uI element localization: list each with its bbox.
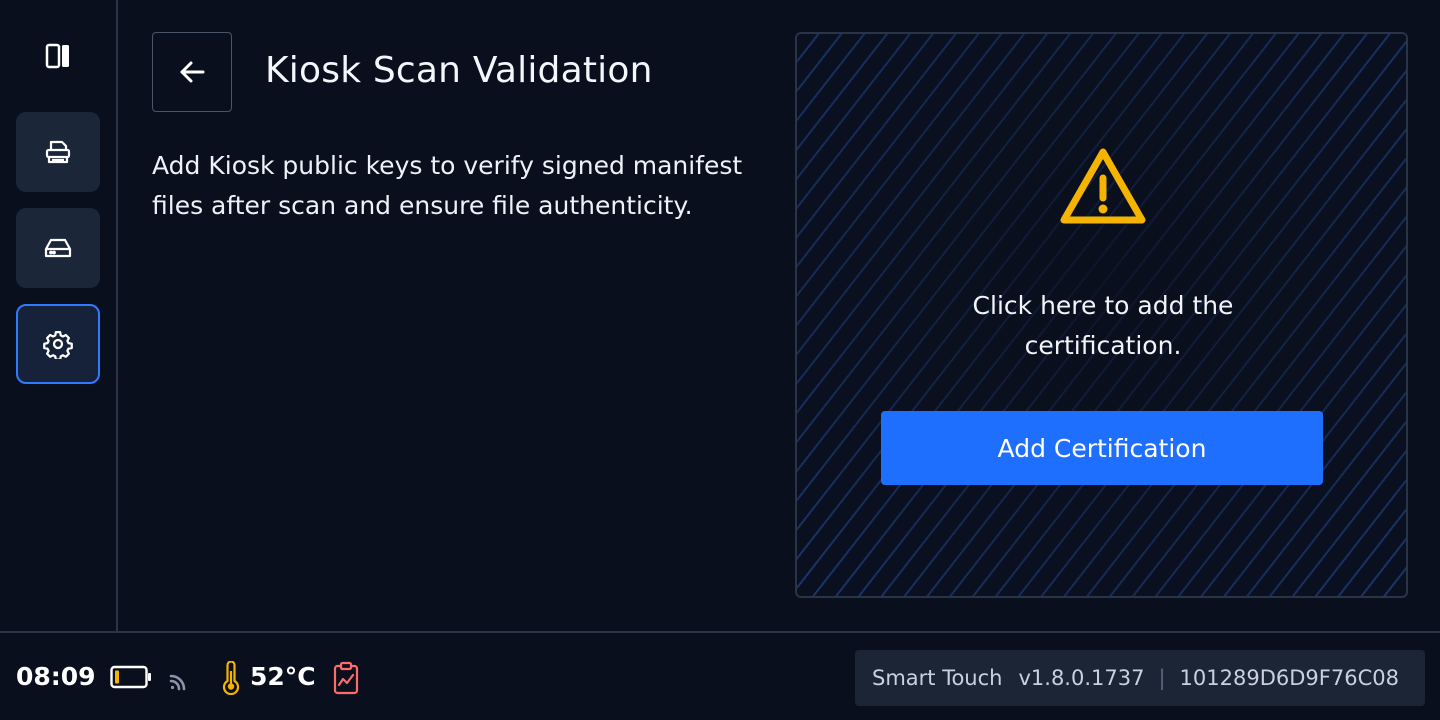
temperature-readout: 52°C (250, 662, 316, 691)
sidebar-item-storage[interactable] (16, 208, 100, 288)
battery-low-icon (110, 665, 151, 689)
gear-icon (43, 331, 73, 359)
device-info-badge: Smart Touch v1.8.0.1737 | 101289D6D9F76C… (855, 650, 1425, 706)
device-id: 101289D6D9F76C08 (1179, 666, 1399, 690)
page-description: Add Kiosk public keys to verify signed m… (152, 151, 743, 220)
page-title: Kiosk Scan Validation (265, 50, 653, 91)
product-name: Smart Touch (872, 666, 1003, 690)
panel-toggle-icon (45, 43, 69, 69)
clock: 08:09 (16, 662, 96, 691)
clipboard-chart-icon[interactable] (332, 661, 360, 695)
panel-toggle-button[interactable] (38, 36, 78, 76)
separator: | (1158, 666, 1166, 690)
firmware-version: v1.8.0.1737 (1018, 666, 1145, 690)
certification-content: Click here to add the certification. Add… (797, 34, 1406, 596)
drive-icon (44, 238, 72, 258)
back-button[interactable] (152, 32, 232, 112)
arrow-left-icon (180, 61, 205, 83)
status-bar: 08:09 52°C Smart Touch v1.8.0.1737 | 101… (0, 631, 1440, 720)
warning-icon (1060, 148, 1146, 224)
certification-drop-zone[interactable]: Click here to add the certification. Add… (795, 32, 1408, 598)
app-root: Kiosk Scan Validation Add Kiosk public k… (0, 0, 1440, 720)
certification-message: Click here to add the certification. (972, 291, 1234, 360)
thermometer-icon (222, 661, 240, 695)
sidebar-item-documents[interactable] (16, 112, 100, 192)
sidebar-item-settings[interactable] (16, 304, 100, 384)
signal-icon (169, 674, 186, 691)
add-certification-button[interactable]: Add Certification (881, 411, 1323, 485)
sidebar (0, 0, 118, 631)
document-stack-icon (45, 140, 71, 164)
